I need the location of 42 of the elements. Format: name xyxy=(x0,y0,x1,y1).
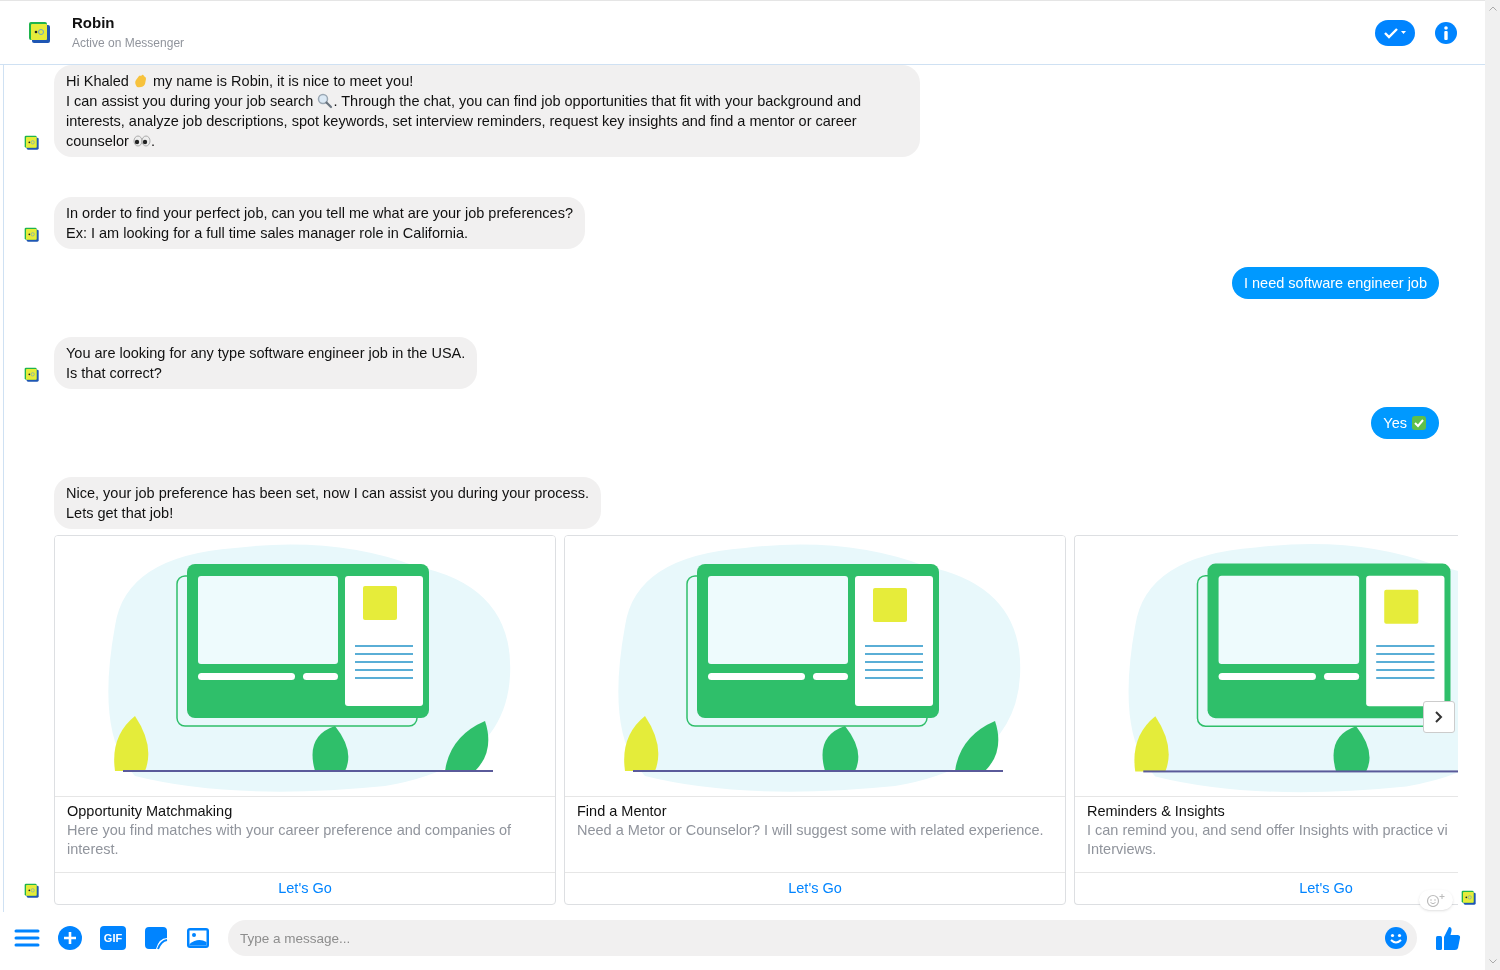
card-description: Here you find matches with your career preference and companies of interest. xyxy=(67,821,513,859)
scroll-down-icon[interactable] xyxy=(1488,959,1497,964)
menu-icon[interactable] xyxy=(14,928,40,948)
scroll-up-icon[interactable] xyxy=(1488,6,1497,11)
caret-icon xyxy=(1401,31,1406,34)
chevron-right-icon xyxy=(1435,711,1443,723)
card-description: Need a Metor or Counselor? I will suggest some with related experience. xyxy=(577,821,1045,840)
sent-message-bubble: Yes xyxy=(1371,407,1439,439)
bot-avatar-icon xyxy=(24,883,40,899)
thumbs-up-icon[interactable] xyxy=(1435,925,1461,951)
gif-button[interactable]: GIF xyxy=(100,926,126,950)
bot-avatar-icon xyxy=(28,20,52,45)
sent-message-bubble: I need software engineer job xyxy=(1232,267,1439,299)
sticker-icon[interactable] xyxy=(144,926,168,950)
received-message-bubble: Nice, your job preference has been set, now I can assist you during your process. Lets get that job! xyxy=(54,477,602,529)
check-dropdown-button[interactable] xyxy=(1375,19,1415,46)
contact-name: Robin xyxy=(72,12,116,33)
next-arrow-button[interactable] xyxy=(1423,701,1455,733)
info-icon[interactable] xyxy=(1435,21,1457,44)
bot-avatar-icon xyxy=(24,135,40,151)
lets-go-button[interactable]: Let's Go xyxy=(565,872,1065,904)
smiley-plus-icon xyxy=(1425,893,1447,907)
received-message-bubble: In order to find your perfect job, can you tell me what are your job preferences? Ex: I am looking for a full time sales manager role in California. xyxy=(54,197,585,249)
bot-avatar-icon xyxy=(24,367,40,383)
contact-status: Active on Messenger xyxy=(72,34,186,52)
message-input[interactable]: Type a message... xyxy=(228,920,1417,956)
bot-avatar-icon xyxy=(1461,890,1477,906)
bot-avatar-icon xyxy=(24,227,40,243)
eyes-icon xyxy=(132,135,151,147)
image-icon[interactable] xyxy=(186,927,210,949)
lets-go-button[interactable]: Let's Go xyxy=(55,872,555,904)
emoji-icon[interactable] xyxy=(1385,927,1407,949)
plus-icon[interactable] xyxy=(58,926,82,950)
check-icon xyxy=(1384,26,1398,39)
card-title: Opportunity Matchmaking xyxy=(67,802,234,821)
magnifier-icon xyxy=(317,93,334,109)
received-message-bubble: You are looking for any type software engineer job in the USA. Is that correct? xyxy=(54,337,478,389)
card-title: Reminders & Insights xyxy=(1087,802,1226,821)
card-title: Find a Mentor xyxy=(577,802,668,821)
check-mark-icon xyxy=(1411,415,1427,431)
received-message-bubble: Hi Khaled my name is Robin, it is nice to meet you! I can assist you during your job search . Through the chat, you can find job opportunities that fit with your background and interests, analyze job descriptions, spot keywords, set interview reminders, request key insights and find a mentor or career counselor . xyxy=(54,65,920,157)
card-description: I can remind you, and send offer Insights with practice vi Interviews. xyxy=(1087,821,1449,859)
